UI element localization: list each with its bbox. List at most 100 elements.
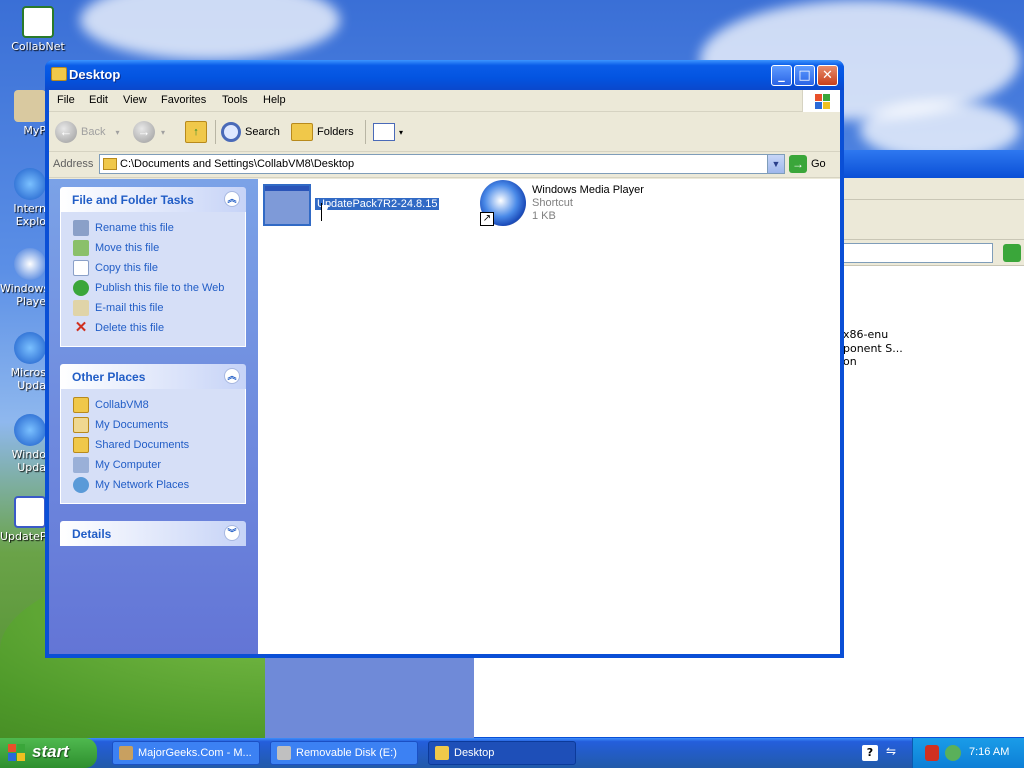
copy-icon	[73, 260, 89, 276]
forward-button[interactable]: → ▾	[133, 120, 165, 144]
help-icon[interactable]: ?	[862, 745, 878, 761]
address-dropdown-button[interactable]: ▼	[767, 155, 784, 173]
task-delete[interactable]: ✕ Delete this file	[73, 318, 245, 338]
update-icon	[14, 332, 46, 364]
explorer-window[interactable]: Desktop _ □ ✕ File Edit View Favorites T…	[45, 60, 844, 658]
folder-icon	[103, 158, 117, 170]
folder-icon	[435, 746, 449, 760]
close-button[interactable]: ✕	[817, 65, 838, 86]
titlebar[interactable]: Desktop _ □ ✕	[45, 60, 844, 90]
taskbar-item-label: Desktop	[454, 747, 495, 759]
desktop-icon-label: MyP	[23, 124, 46, 137]
desktop-icon-updatepack[interactable]: UpdateP	[0, 496, 46, 543]
taskbar-item-label: Removable Disk (E:)	[296, 747, 397, 759]
address-value: C:\Documents and Settings\CollabVM8\Desk…	[120, 158, 355, 170]
place-my-computer[interactable]: My Computer	[73, 455, 245, 475]
background-taskpane	[265, 656, 474, 738]
other-places-header[interactable]: Other Places ︽	[60, 364, 246, 389]
task-rename[interactable]: Rename this file	[73, 218, 245, 238]
computer-icon	[14, 90, 46, 122]
place-label: My Computer	[95, 459, 162, 471]
folder-up-icon: ↑	[185, 121, 207, 143]
folders-label: Folders	[317, 126, 354, 138]
file-item[interactable]: UpdatePack7R2-24.8.15	[263, 184, 473, 228]
application-window-icon	[263, 184, 311, 226]
place-my-documents[interactable]: My Documents	[73, 415, 245, 435]
task-move[interactable]: Move this file	[73, 238, 245, 258]
task-email[interactable]: E-mail this file	[73, 298, 245, 318]
task-label: Publish this file to the Web	[95, 282, 225, 294]
desktop-icon-collabnet[interactable]: CollabNet	[0, 6, 76, 53]
menu-favorites[interactable]: Favorites	[161, 94, 206, 106]
desktop-icon-ie[interactable]: Intern Explo	[0, 168, 46, 228]
views-button[interactable]: ▾	[373, 120, 403, 144]
search-button[interactable]: Search	[221, 120, 280, 144]
menu-file[interactable]: File	[57, 94, 75, 106]
collapse-icon[interactable]: ︽	[224, 368, 240, 384]
task-publish[interactable]: Publish this file to the Web	[73, 278, 245, 298]
address-bar: Address C:\Documents and Settings\Collab…	[49, 152, 840, 178]
folder-icon	[73, 397, 89, 413]
menu-help[interactable]: Help	[263, 94, 286, 106]
desktop-icon-label: Windo Upda	[11, 448, 46, 474]
task-label: Copy this file	[95, 262, 158, 274]
up-button[interactable]: ↑	[185, 120, 207, 144]
network-icon[interactable]	[945, 745, 961, 761]
menu-tools[interactable]: Tools	[222, 94, 248, 106]
desktop-icon-wmp[interactable]: Windows Playe	[0, 248, 46, 308]
taskbar-item-desktop[interactable]: Desktop	[428, 741, 576, 765]
language-icon[interactable]: ⇋	[886, 744, 900, 762]
place-shared-documents[interactable]: Shared Documents	[73, 435, 245, 455]
start-label: start	[32, 742, 69, 761]
browser-icon	[119, 746, 133, 760]
task-label: Rename this file	[95, 222, 174, 234]
security-shield-icon[interactable]	[925, 745, 939, 761]
desktop-icon-ms-update[interactable]: Micros Upda	[0, 332, 46, 392]
place-collabvm8[interactable]: CollabVM8	[73, 395, 245, 415]
file-list[interactable]: UpdatePack7R2-24.8.15 ↗ Windows Media Pl…	[258, 179, 840, 654]
taskbar-item-label: MajorGeeks.Com - M...	[138, 747, 252, 759]
expand-icon[interactable]: ︾	[224, 525, 240, 541]
taskbar-item-removable-disk[interactable]: Removable Disk (E:)	[270, 741, 418, 765]
collapse-icon[interactable]: ︽	[224, 191, 240, 207]
taskbar-item-majorgeeks[interactable]: MajorGeeks.Com - M...	[112, 741, 260, 765]
clock[interactable]: 7:16 AM	[969, 746, 1009, 758]
task-copy[interactable]: Copy this file	[73, 258, 245, 278]
menu-edit[interactable]: Edit	[89, 94, 108, 106]
back-button[interactable]: ← Back ▾	[55, 120, 119, 144]
internet-explorer-icon	[14, 168, 46, 200]
task-label: Move this file	[95, 242, 160, 254]
file-item[interactable]: ↗ Windows Media Player Shortcut 1 KB	[480, 180, 720, 230]
desktop-icon-label: UpdateP	[0, 530, 46, 543]
desktop-icon-win-update[interactable]: Windo Upda	[0, 414, 46, 474]
cloud	[80, 0, 340, 60]
folders-button[interactable]: Folders	[291, 120, 354, 144]
chevron-down-icon[interactable]: ▾	[115, 128, 119, 137]
desktop-icon-mypc[interactable]: MyP	[0, 90, 46, 137]
menubar: File Edit View Favorites Tools Help	[49, 90, 840, 112]
place-label: My Documents	[95, 419, 169, 431]
mouse-cursor-icon	[322, 205, 329, 223]
background-go-icon[interactable]	[1003, 244, 1021, 262]
place-my-network[interactable]: My Network Places	[73, 475, 245, 495]
chevron-down-icon[interactable]: ▾	[161, 128, 165, 137]
views-icon	[373, 123, 395, 141]
menu-view[interactable]: View	[123, 94, 147, 106]
details-header[interactable]: Details ︾	[60, 521, 246, 546]
background-file-type: ponent S...	[843, 342, 903, 355]
installer-icon	[14, 496, 46, 528]
desktop-icon-label: Windows Playe	[0, 282, 46, 308]
address-field[interactable]: C:\Documents and Settings\CollabVM8\Desk…	[99, 154, 785, 174]
maximize-button[interactable]: □	[794, 65, 815, 86]
start-button[interactable]: start	[0, 738, 97, 768]
documents-icon	[73, 417, 89, 433]
other-places-panel: Other Places ︽ CollabVM8 My Documents Sh…	[60, 364, 246, 504]
search-icon	[221, 122, 241, 142]
windows-logo-icon	[802, 90, 840, 112]
minimize-button[interactable]: _	[771, 65, 792, 86]
toolbar: ← Back ▾ → ▾ ↑ Search Folders ▾	[49, 112, 840, 152]
go-button[interactable]: → Go	[789, 155, 826, 173]
back-label: Back	[81, 126, 106, 138]
file-folder-tasks-header[interactable]: File and Folder Tasks ︽	[60, 187, 246, 212]
background-file-meta: on	[843, 355, 857, 368]
